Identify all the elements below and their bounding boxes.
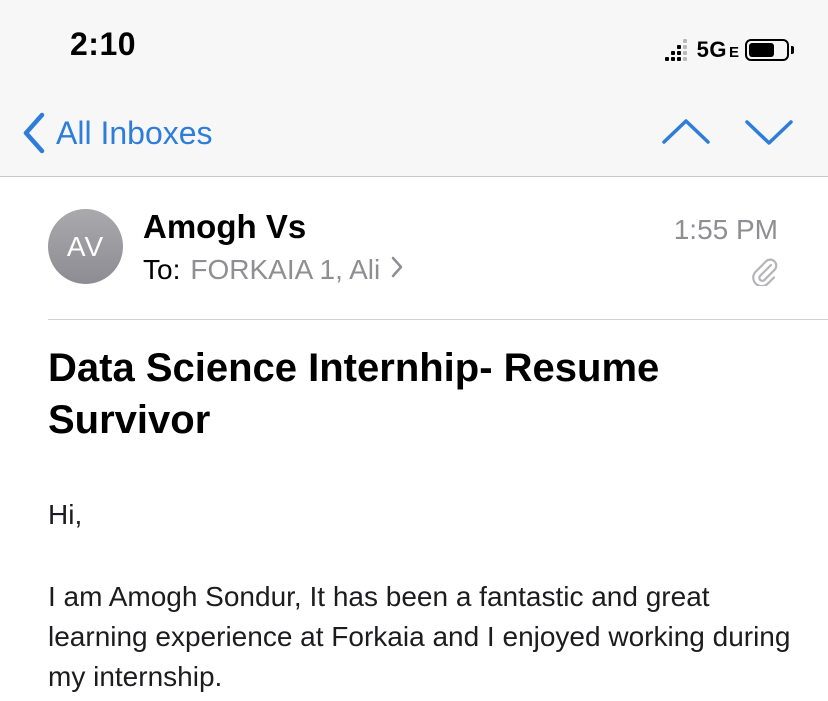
sender-avatar[interactable]: AV bbox=[48, 209, 123, 284]
chevron-up-icon bbox=[658, 112, 714, 152]
message-body: I am Amogh Sondur, It has been a fantast… bbox=[48, 581, 791, 692]
status-time: 2:10 bbox=[70, 26, 137, 62]
to-label: To: bbox=[143, 254, 181, 285]
battery-icon bbox=[745, 39, 789, 61]
message-time: 1:55 PM bbox=[673, 214, 778, 245]
network-type: 5G bbox=[696, 37, 727, 62]
chevron-left-icon bbox=[22, 112, 46, 154]
back-button[interactable]: All Inboxes bbox=[22, 108, 213, 158]
signal-icon bbox=[664, 39, 689, 61]
header-divider bbox=[48, 319, 828, 320]
sender-name[interactable]: Amogh Vs bbox=[143, 208, 306, 246]
mail-message-screen: 2:10 5G E All Inboxes AV Amogh Vs To: FO… bbox=[0, 0, 828, 701]
recipients-row[interactable]: To: FORKAIA 1, Ali bbox=[143, 254, 404, 286]
back-label: All Inboxes bbox=[56, 114, 213, 151]
message-greeting: Hi, bbox=[48, 499, 83, 530]
status-indicators: 5G E bbox=[664, 36, 794, 64]
chevron-down-icon bbox=[741, 112, 797, 152]
message-subject: Data Science Internhip- Resume Survivor bbox=[48, 346, 660, 442]
to-names: FORKAIA 1, Ali bbox=[190, 254, 381, 285]
battery-fill bbox=[749, 43, 774, 57]
next-message-button[interactable] bbox=[741, 112, 797, 152]
previous-message-button[interactable] bbox=[658, 112, 714, 152]
network-subtype: E bbox=[728, 43, 739, 61]
battery-tip bbox=[791, 46, 794, 54]
paperclip-icon bbox=[750, 256, 778, 291]
top-bar: 2:10 5G E All Inboxes bbox=[0, 0, 828, 177]
chevron-right-icon bbox=[390, 254, 404, 286]
